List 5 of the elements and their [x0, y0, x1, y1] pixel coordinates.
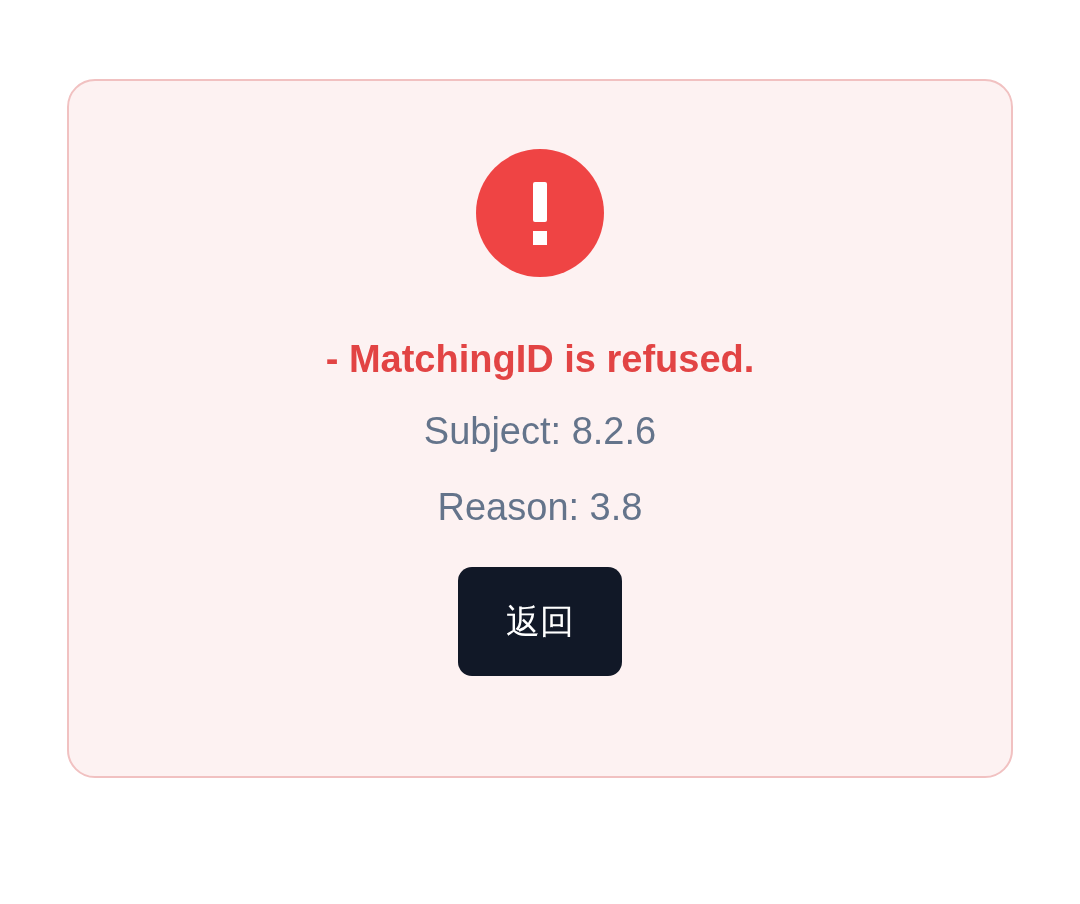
back-button[interactable]: 返回 [458, 567, 622, 676]
detail-text: Subject: 8.2.6 [423, 409, 657, 454]
error-message: - MatchingID is refused. [325, 337, 755, 382]
detail-text: Reason: 3.8 [437, 485, 643, 530]
alert-icon [476, 149, 604, 277]
